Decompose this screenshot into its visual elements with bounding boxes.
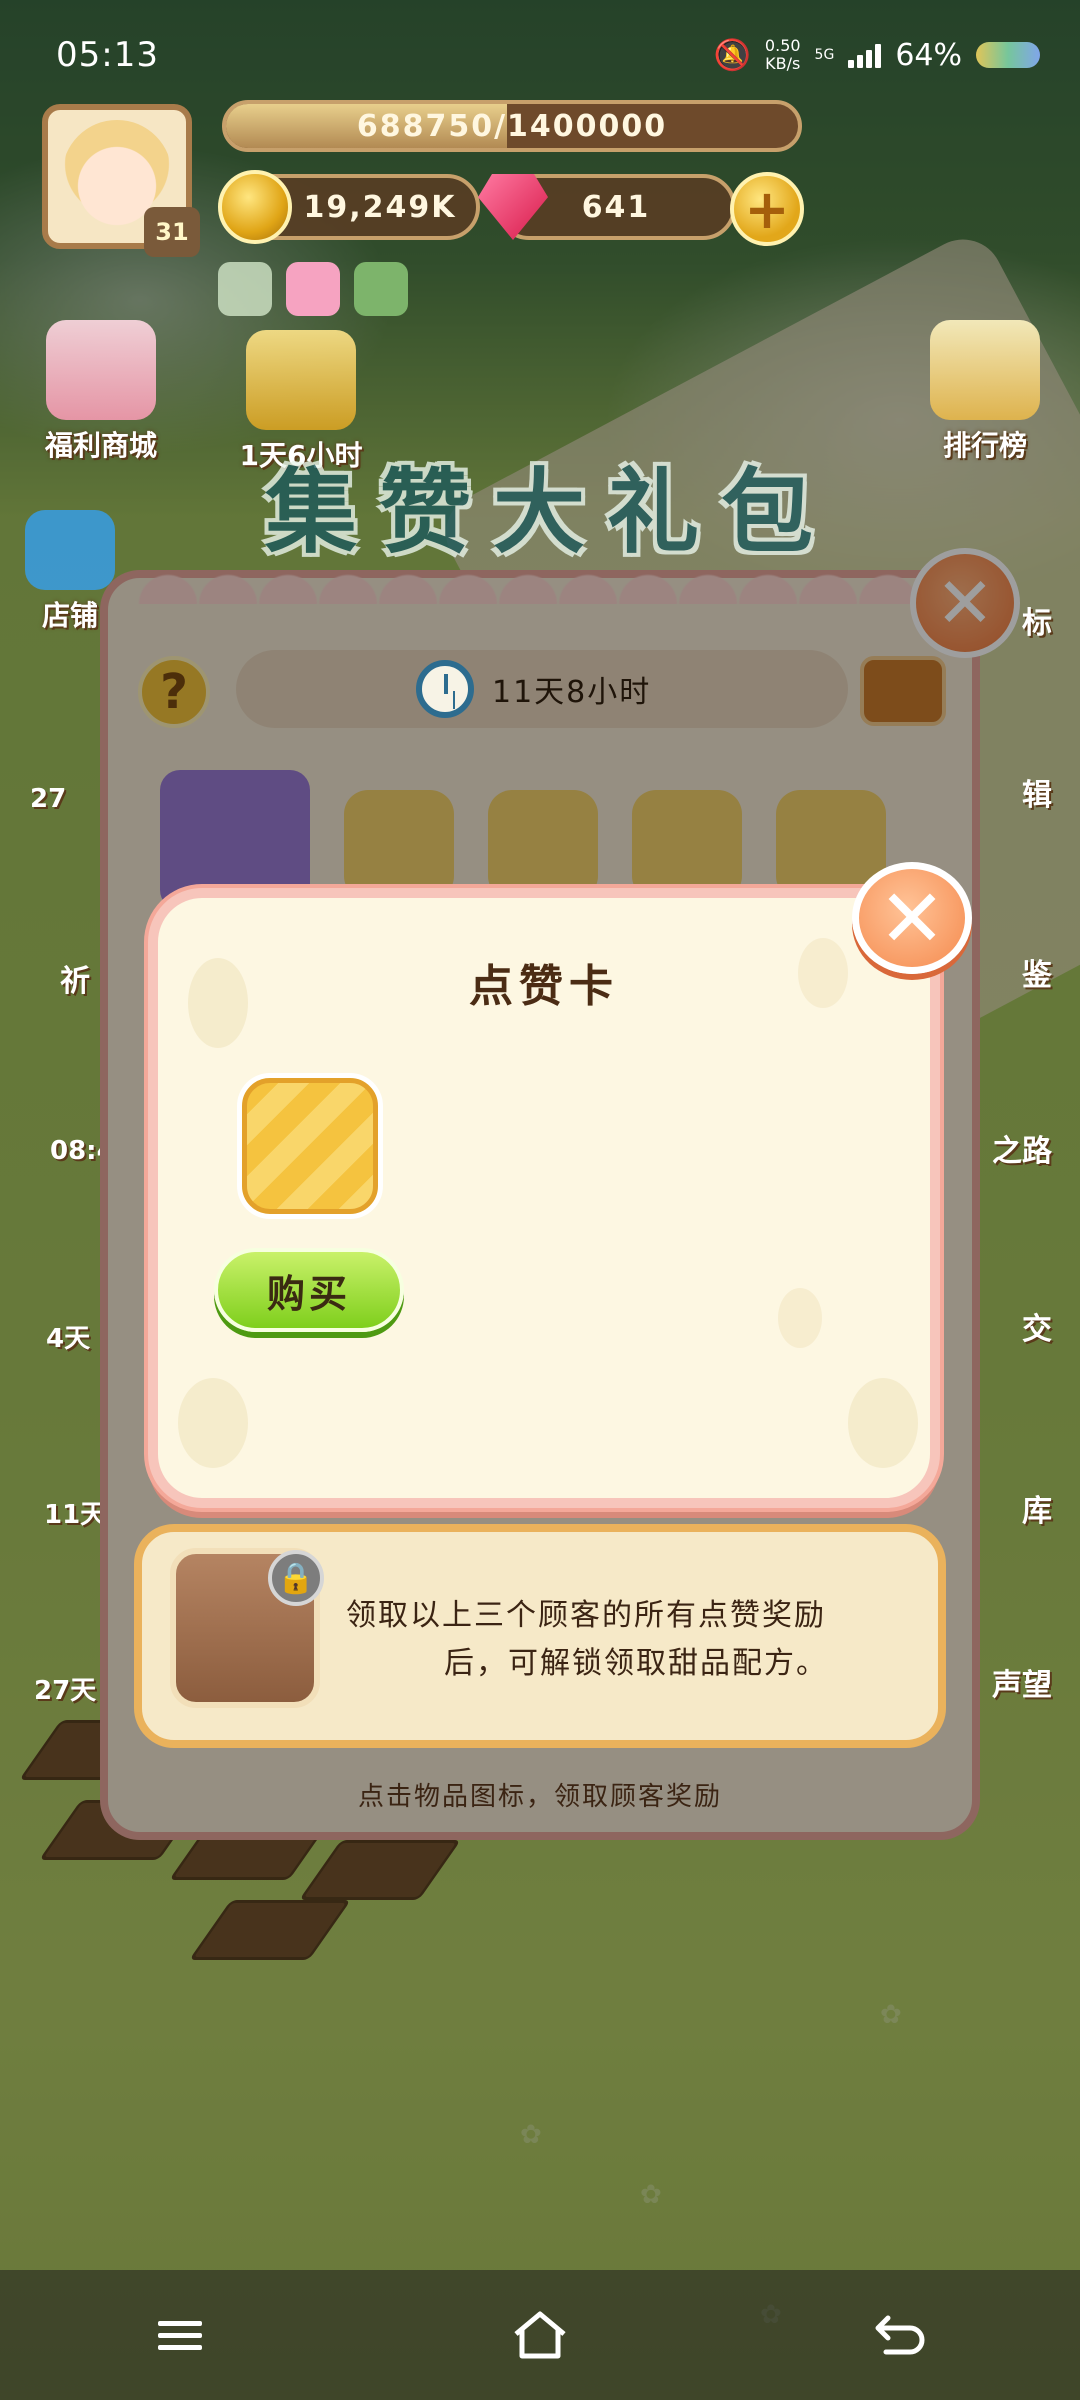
event-timer: 11天8小时 [416, 650, 651, 728]
buy-button[interactable]: 购买 [214, 1248, 404, 1332]
lock-icon: 🔒 [268, 1550, 324, 1606]
leaderboard-button[interactable]: 排行榜 [900, 320, 1070, 464]
gem-amount: 641 [581, 189, 651, 225]
cart-icon[interactable] [860, 656, 946, 726]
reward-slot[interactable] [344, 790, 454, 900]
home-button[interactable] [480, 2285, 600, 2385]
network-speed: 0.50 KB/s [765, 37, 801, 73]
left-timer-5[interactable]: 11天 [44, 1494, 106, 1531]
right-label-2[interactable]: 辑 [1022, 770, 1052, 814]
podium-icon [930, 320, 1040, 420]
cake-icon [46, 320, 156, 420]
left-timer-4[interactable]: 4天 [46, 1318, 90, 1355]
network-speed-unit: KB/s [765, 54, 801, 73]
battery-percent: 64% [895, 37, 962, 73]
right-label-5[interactable]: 交 [1022, 1304, 1052, 1348]
like-card-popup: 点赞卡 购买 [148, 888, 940, 1508]
right-label-4[interactable]: 之路 [992, 1126, 1052, 1170]
help-button[interactable]: ? [138, 656, 210, 728]
reward-slot[interactable] [632, 790, 742, 900]
buff-icons [218, 262, 408, 316]
home-icon [514, 2311, 566, 2359]
right-label-7[interactable]: 声望 [992, 1660, 1052, 1704]
event-timer-text: 11天8小时 [492, 675, 652, 710]
network-type: 5G [814, 47, 835, 63]
add-gems-button[interactable]: + [730, 172, 804, 246]
left-label-2[interactable]: 祈 [60, 956, 90, 1000]
star-badge-icon[interactable] [218, 262, 272, 316]
leaderboard-label: 排行榜 [942, 429, 1027, 462]
right-label-3[interactable]: 鉴 [1022, 950, 1052, 994]
close-icon[interactable]: ✕ [910, 548, 1020, 658]
menu-icon [158, 2314, 202, 2357]
popup-title: 点赞卡 [469, 961, 619, 1012]
signal-icon [848, 42, 882, 68]
like-card-item[interactable] [242, 1078, 378, 1214]
panel-scallop-edge [138, 544, 942, 604]
mute-bell-icon: 🔕 [713, 37, 751, 73]
recipe-text-line-1: 领取以上三个顾客的所有点赞奖励 [346, 1598, 826, 1633]
recipe-unlock-text: 领取以上三个顾客的所有点赞奖励 后，可解锁领取甜品配方。 [346, 1592, 926, 1688]
level-badge: 31 [144, 207, 200, 257]
system-nav-bar [0, 2270, 1080, 2400]
coin-icon [218, 170, 292, 244]
recent-apps-button[interactable] [120, 2285, 240, 2385]
right-label-6[interactable]: 库 [1022, 1486, 1052, 1530]
player-avatar[interactable]: 31 [42, 104, 200, 257]
clock-icon [416, 660, 474, 718]
left-timer-6[interactable]: 27天 [34, 1670, 96, 1707]
right-label-1[interactable]: 标 [1022, 598, 1052, 642]
gold-bag-icon [246, 330, 356, 430]
gift-icon[interactable] [354, 262, 408, 316]
xp-text: 688750/1400000 [356, 108, 668, 144]
clock-time: 05:13 [56, 35, 159, 75]
shop-label: 店铺 [41, 599, 98, 632]
heart-icon[interactable] [286, 262, 340, 316]
close-icon[interactable]: ✕ [852, 862, 972, 974]
status-bar: 05:13 🔕 0.50 KB/s 5G 64% [0, 0, 1080, 110]
recipe-text-line-2: 后，可解锁领取甜品配方。 [444, 1646, 828, 1681]
panel-hint: 点击物品图标，领取顾客奖励 [357, 1782, 722, 1812]
left-timer-1[interactable]: 27 [30, 784, 66, 814]
battery-icon [976, 42, 1040, 68]
back-button[interactable] [840, 2285, 960, 2385]
welfare-shop-button[interactable]: 福利商城 [16, 320, 186, 464]
network-speed-value: 0.50 [764, 36, 801, 55]
back-icon [875, 2315, 925, 2355]
video-icon [25, 510, 115, 590]
reward-slot[interactable] [488, 790, 598, 900]
welfare-shop-label: 福利商城 [44, 429, 157, 462]
